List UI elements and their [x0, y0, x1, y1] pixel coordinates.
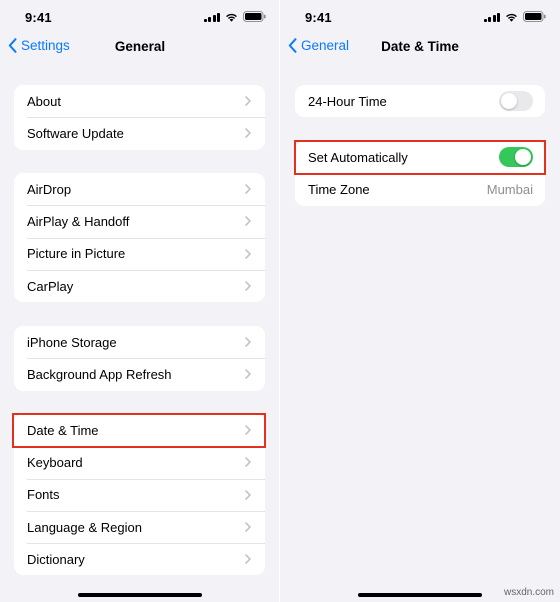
watermark: wsxdn.com	[503, 587, 554, 598]
chevron-right-icon	[245, 337, 251, 347]
toggle-set-automatically[interactable]	[499, 147, 533, 168]
general-screen: 9:41 Settings General About Software Upd…	[0, 0, 280, 602]
nav-bar: General Date & Time	[280, 34, 560, 60]
chevron-right-icon	[245, 369, 251, 380]
cellular-signal-icon	[203, 12, 220, 22]
battery-icon	[523, 11, 546, 22]
back-button-general[interactable]: General	[288, 38, 349, 53]
toggle-24-hour-time[interactable]	[499, 91, 533, 112]
settings-group-locale: Date & Time Keyboard Fonts Language & Re…	[14, 414, 265, 576]
row-software-update[interactable]: Software Update	[14, 117, 265, 149]
row-label: 24-Hour Time	[308, 93, 387, 109]
row-airdrop[interactable]: AirDrop	[14, 173, 265, 205]
row-set-automatically: Set Automatically	[295, 141, 545, 173]
settings-group-automatic: Set Automatically Time Zone Mumbai	[295, 141, 545, 206]
chevron-right-icon	[245, 128, 251, 139]
settings-group-about: About Software Update	[14, 85, 265, 150]
wifi-icon	[505, 12, 518, 22]
chevron-right-icon	[245, 554, 251, 565]
settings-group-hour-format: 24-Hour Time	[295, 85, 545, 118]
row-label: Background App Refresh	[27, 366, 172, 382]
row-label: About	[27, 93, 61, 109]
chevron-right-icon	[245, 457, 251, 468]
settings-group-connectivity: AirDrop AirPlay & Handoff Picture in Pic…	[14, 173, 265, 303]
row-label: CarPlay	[27, 278, 74, 294]
row-background-app-refresh[interactable]: Background App Refresh	[14, 358, 265, 390]
row-label: iPhone Storage	[27, 334, 117, 350]
row-dictionary[interactable]: Dictionary	[14, 543, 265, 575]
chevron-right-icon	[245, 522, 251, 532]
chevron-right-icon	[245, 184, 251, 194]
home-indicator[interactable]	[358, 593, 482, 597]
home-indicator[interactable]	[78, 593, 202, 597]
row-fonts[interactable]: Fonts	[14, 478, 265, 511]
row-label: Software Update	[27, 125, 124, 141]
toggle-knob	[501, 93, 517, 110]
chevron-right-icon	[245, 216, 251, 227]
chevron-right-icon	[245, 281, 251, 291]
row-label: Keyboard	[27, 454, 83, 470]
row-24-hour-time: 24-Hour Time	[295, 85, 545, 117]
chevron-left-icon	[288, 38, 297, 53]
row-picture-in-picture[interactable]: Picture in Picture	[14, 237, 265, 270]
row-time-zone[interactable]: Time Zone Mumbai	[295, 173, 545, 205]
row-label: Language & Region	[27, 519, 142, 535]
status-time: 9:41	[305, 10, 332, 25]
chevron-left-icon	[8, 38, 17, 53]
back-button-settings[interactable]: Settings	[8, 38, 70, 53]
row-label: Date & Time	[27, 422, 99, 438]
status-icons	[483, 11, 547, 22]
wifi-icon	[225, 12, 238, 22]
row-carplay[interactable]: CarPlay	[14, 269, 265, 302]
toggle-knob	[515, 149, 531, 166]
row-label: AirPlay & Handoff	[27, 213, 130, 229]
row-iphone-storage[interactable]: iPhone Storage	[14, 326, 265, 358]
nav-bar: Settings General	[0, 34, 280, 60]
status-icons	[203, 11, 267, 22]
row-airplay-handoff[interactable]: AirPlay & Handoff	[14, 205, 265, 237]
back-label: General	[301, 38, 350, 53]
back-label: Settings	[21, 38, 70, 53]
row-keyboard[interactable]: Keyboard	[14, 446, 265, 478]
settings-group-storage: iPhone Storage Background App Refresh	[14, 326, 265, 391]
status-time: 9:41	[25, 10, 52, 25]
cellular-signal-icon	[483, 12, 500, 22]
row-label: Dictionary	[27, 551, 85, 567]
row-label: Time Zone	[308, 181, 370, 197]
time-zone-value: Mumbai	[486, 181, 533, 197]
chevron-right-icon	[245, 489, 251, 500]
battery-icon	[243, 11, 266, 22]
chevron-right-icon	[245, 96, 251, 106]
status-bar: 9:41	[280, 0, 560, 34]
date-time-screen: 9:41 General Date & Time 24-Hour Time Se…	[280, 0, 560, 602]
row-about[interactable]: About	[14, 85, 265, 117]
row-date-time[interactable]: Date & Time	[14, 414, 265, 446]
row-label: AirDrop	[27, 181, 72, 197]
chevron-right-icon	[245, 425, 251, 435]
chevron-right-icon	[245, 248, 251, 259]
row-language-region[interactable]: Language & Region	[14, 510, 265, 543]
row-label: Set Automatically	[308, 149, 408, 165]
row-label: Fonts	[27, 487, 60, 503]
status-bar: 9:41	[0, 0, 280, 34]
row-label: Picture in Picture	[27, 246, 126, 262]
